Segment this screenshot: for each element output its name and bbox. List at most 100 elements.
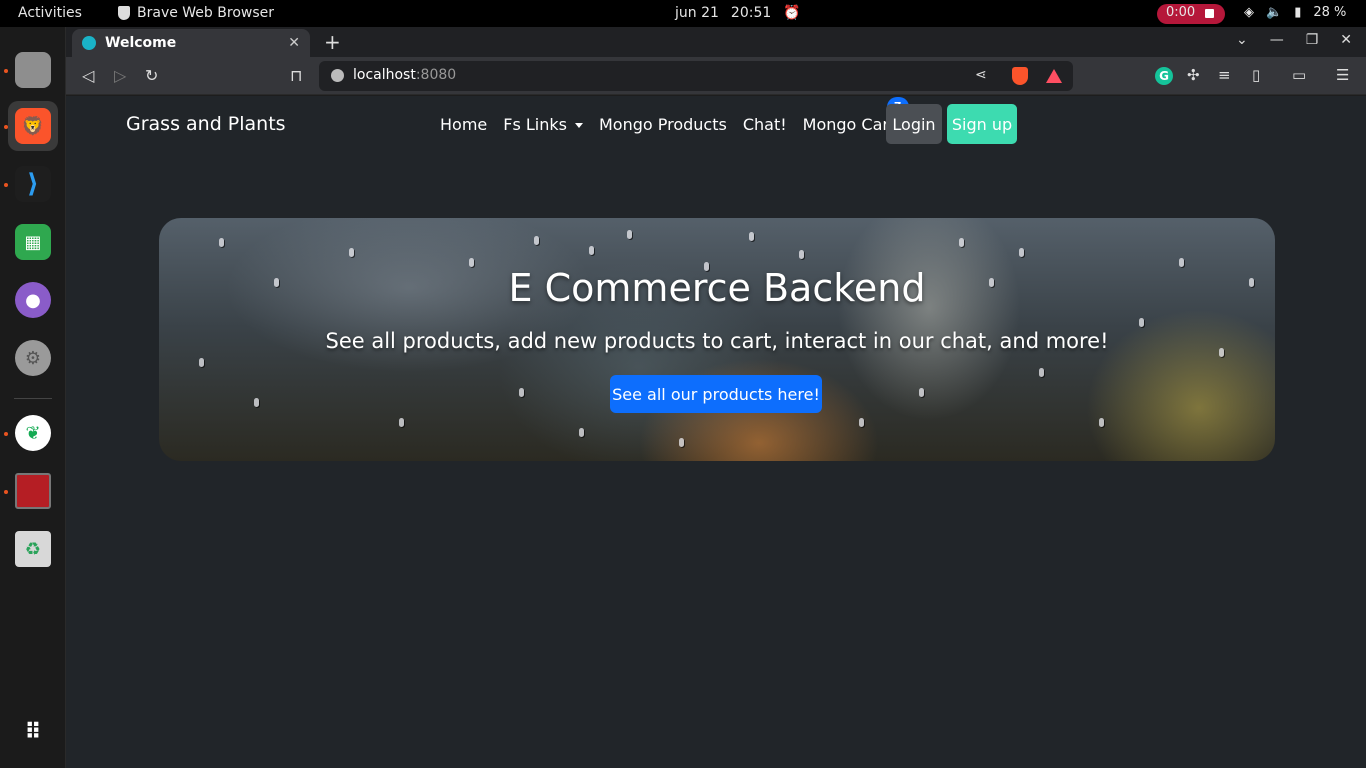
nav-mongo-products[interactable]: Mongo Products — [599, 115, 727, 134]
nav-home[interactable]: Home — [440, 115, 487, 134]
raindrop — [199, 358, 204, 367]
brave-rewards-icon[interactable] — [1046, 69, 1062, 83]
dock-spreadsheet[interactable]: ▦ — [8, 217, 58, 267]
new-tab-button[interactable]: + — [324, 30, 341, 54]
app-menu[interactable]: Brave Web Browser — [118, 5, 274, 21]
app-grid-icon: ⠿ — [24, 719, 42, 745]
tab-title: Welcome — [105, 35, 177, 51]
caret-down-icon — [574, 123, 583, 128]
dock-separator — [14, 398, 52, 399]
raindrop — [749, 232, 754, 241]
raindrop — [579, 428, 584, 437]
dock-mongodb[interactable]: ❦ — [8, 408, 58, 458]
raindrop — [519, 388, 524, 397]
menu-icon[interactable]: ☰ — [1336, 66, 1349, 84]
raindrop — [399, 418, 404, 427]
mongodb-compass-icon: ❦ — [15, 415, 51, 451]
trash-icon: ♻ — [15, 531, 51, 567]
favicon-icon — [82, 36, 96, 50]
url-port: :8080 — [415, 67, 457, 83]
raindrop — [799, 250, 804, 259]
settings-icon: ⚙ — [15, 340, 51, 376]
spreadsheet-icon: ▦ — [15, 224, 51, 260]
battery-icon: ▮ — [1294, 5, 1302, 20]
date-text: jun 21 — [675, 5, 719, 21]
url-text[interactable]: localhost:8080 — [353, 67, 456, 83]
raindrop — [919, 388, 924, 397]
playlist-icon[interactable]: ≡ — [1218, 66, 1231, 84]
dock-app[interactable] — [8, 466, 58, 516]
close-window-button[interactable]: ✕ — [1340, 32, 1352, 48]
clock[interactable]: jun 21 20:51 ⏰ — [675, 5, 801, 21]
alarm-icon: ⏰ — [783, 5, 801, 21]
see-all-products-button[interactable]: See all our products here! — [610, 375, 822, 413]
system-top-bar: Activities Brave Web Browser jun 21 20:5… — [0, 0, 1366, 27]
tab-search-icon[interactable]: ⌄ — [1236, 32, 1248, 48]
back-button[interactable]: ◁ — [82, 66, 94, 85]
raindrop — [1139, 318, 1144, 327]
navbar-links: Home Fs Links Mongo Products Chat! Mongo… — [440, 97, 909, 134]
maximize-button[interactable]: ❐ — [1306, 32, 1319, 48]
system-tray[interactable]: ◈ 🔈 ▮ 28 % — [1244, 5, 1346, 20]
signup-button[interactable]: Sign up — [947, 104, 1017, 144]
hero-subtitle: See all products, add new products to ca… — [325, 329, 1109, 353]
raindrop — [589, 246, 594, 255]
raindrop — [859, 418, 864, 427]
hero-title: E Commerce Backend — [508, 266, 926, 310]
show-apps-button[interactable]: ⠿ — [8, 707, 58, 757]
share-icon[interactable]: ⋖ — [975, 67, 987, 83]
raindrop — [627, 230, 632, 239]
dock-trash[interactable]: ♻ — [8, 524, 58, 574]
minimize-button[interactable]: — — [1270, 32, 1284, 48]
browser-toolbar: ◁ ▷ ↻ ⊓ localhost:8080 ⋖ G ✣ ≡ ▯ ▭ ☰ — [66, 57, 1366, 95]
stop-icon — [1205, 9, 1214, 18]
sidebar-icon[interactable]: ▯ — [1252, 66, 1260, 84]
raindrop — [534, 236, 539, 245]
url-host: localhost — [353, 67, 416, 83]
files-icon — [15, 52, 51, 88]
dock-vscode[interactable]: ⟩ — [8, 159, 58, 209]
window-controls: ⌄ — ❐ ✕ — [1236, 32, 1352, 48]
vscode-icon: ⟩ — [15, 166, 51, 202]
grammarly-icon[interactable]: G — [1155, 67, 1173, 85]
wallet-icon[interactable]: ▭ — [1292, 66, 1306, 84]
raindrop — [1099, 418, 1104, 427]
web-page: Grass and Plants Home Fs Links Mongo Pro… — [66, 96, 1366, 768]
dock: 🦁 ⟩ ▦ ● ⚙ ❦ ♻ ⠿ — [0, 27, 66, 768]
tab-welcome[interactable]: Welcome ✕ — [72, 29, 310, 57]
nav-fs-links-dropdown[interactable]: Fs Links — [503, 115, 583, 134]
nav-mongo-cart-label: Mongo Cart — [802, 115, 896, 134]
dock-settings[interactable]: ⚙ — [8, 333, 58, 383]
nav-chat[interactable]: Chat! — [743, 115, 787, 134]
reload-button[interactable]: ↻ — [145, 66, 158, 85]
login-button[interactable]: Login — [886, 104, 942, 144]
forward-button[interactable]: ▷ — [114, 66, 126, 85]
brave-icon — [118, 6, 130, 20]
nav-fs-links-label: Fs Links — [503, 115, 567, 134]
dock-brave[interactable]: 🦁 — [8, 101, 58, 151]
time-text: 20:51 — [730, 5, 772, 21]
nav-mongo-cart[interactable]: Mongo Cart 7 — [802, 97, 909, 134]
close-tab-icon[interactable]: ✕ — [288, 35, 300, 51]
site-info-icon[interactable] — [331, 69, 344, 82]
raindrop — [1039, 368, 1044, 377]
dock-files[interactable] — [8, 45, 58, 95]
navbar-brand[interactable]: Grass and Plants — [126, 113, 286, 135]
screen-recording-indicator[interactable]: 0:00 — [1157, 4, 1225, 24]
wifi-icon: ◈ — [1244, 5, 1254, 20]
volume-icon: 🔈 — [1266, 5, 1283, 20]
raindrop — [219, 238, 224, 247]
raindrop — [349, 248, 354, 257]
dock-github[interactable]: ● — [8, 275, 58, 325]
app-icon — [15, 473, 51, 509]
github-desktop-icon: ● — [15, 282, 51, 318]
browser-tab-bar: Welcome ✕ + ⌄ — ❐ ✕ — [66, 27, 1366, 57]
bookmark-icon[interactable]: ⊓ — [290, 66, 302, 85]
activities-button[interactable]: Activities — [18, 5, 82, 21]
raindrop — [679, 438, 684, 447]
brave-shields-icon[interactable] — [1012, 67, 1028, 85]
app-name: Brave Web Browser — [137, 5, 274, 21]
raindrop — [1019, 248, 1024, 257]
address-bar[interactable]: localhost:8080 ⋖ — [319, 61, 1073, 91]
extensions-icon[interactable]: ✣ — [1187, 66, 1200, 84]
